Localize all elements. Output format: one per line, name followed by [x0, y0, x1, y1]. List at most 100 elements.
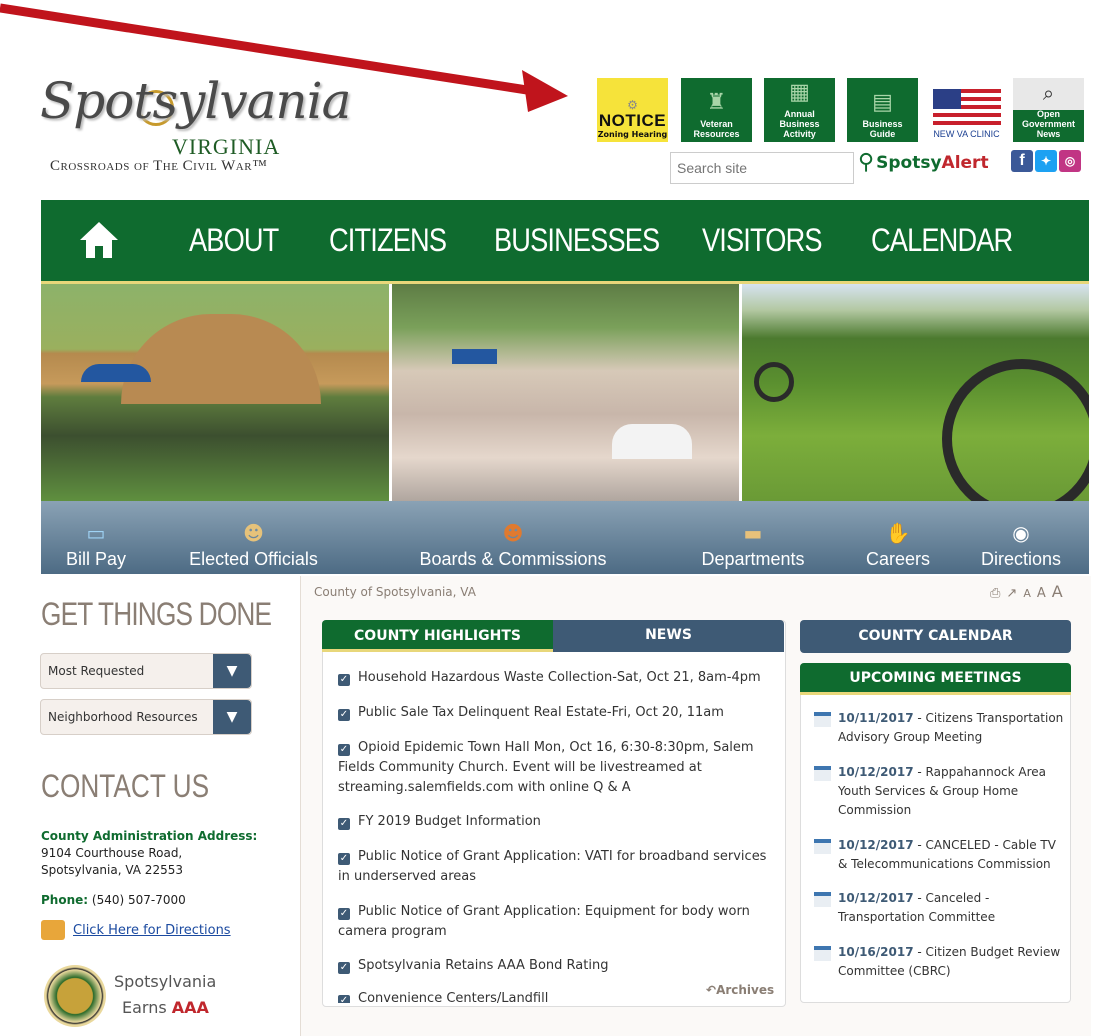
county-logo[interactable]: Spotsylvania VIRGINIA Crossroads of The … — [40, 72, 351, 187]
quick-link-notice[interactable]: ⚙ NOTICE Zoning Hearing — [597, 78, 668, 142]
search-icon: ⚲ — [858, 150, 875, 175]
hero-image-battlefield — [742, 284, 1089, 501]
print-icon[interactable]: ⎙ — [990, 586, 1000, 601]
text-size-small[interactable]: A — [1023, 587, 1031, 600]
meeting-item[interactable]: 10/12/2017 - Canceled - Transportation C… — [814, 889, 1064, 927]
notice-label: NOTICE — [598, 111, 667, 130]
address-label: County Administration Address: — [41, 829, 258, 843]
directions-link-text: Click Here for Directions — [73, 922, 231, 938]
county-calendar-button[interactable]: COUNTY CALENDAR — [800, 620, 1071, 653]
highlight-text: Public Notice of Grant Application: Equi… — [338, 904, 750, 939]
nav-visitors[interactable]: VISITORS — [702, 222, 823, 259]
icon-bar-bill-pay[interactable]: ▭ Bill Pay — [51, 501, 141, 574]
quick-link-veteran[interactable]: ♜ Veteran Resources — [681, 78, 752, 142]
highlight-text: Public Notice of Grant Application: VATI… — [338, 849, 767, 884]
most-requested-dropdown[interactable]: Most Requested ▼ — [40, 653, 252, 689]
instagram-icon[interactable]: ◎ — [1059, 150, 1081, 172]
group-icon: ☻ — [502, 521, 524, 545]
neighborhood-resources-dropdown[interactable]: Neighborhood Resources ▼ — [40, 699, 252, 735]
highlight-item[interactable]: ✓ Opioid Epidemic Town Hall Mon, Oct 16, … — [338, 738, 774, 798]
breadcrumb[interactable]: County of Spotsylvania, VA — [314, 585, 476, 599]
icon-bar-elected-officials[interactable]: ☻ Elected Officials — [181, 501, 326, 574]
share-icon[interactable]: ↗ — [1006, 586, 1017, 601]
nav-calendar[interactable]: CALENDAR — [871, 222, 1013, 259]
checkbox-icon: ✓ — [338, 962, 350, 974]
directions-link[interactable]: Click Here for Directions — [41, 920, 231, 940]
icon-bar-label: Directions — [980, 549, 1062, 569]
quick-link-label: Annual Business Activity — [779, 109, 820, 139]
folder-icon: ▬ — [743, 521, 763, 545]
briefcase-icon: ▦ — [789, 80, 810, 105]
spotsy-alert-suffix: Alert — [941, 152, 989, 173]
nav-citizens[interactable]: CITIZENS — [329, 222, 447, 259]
dropdown-label: Most Requested — [48, 664, 145, 678]
icon-bar-label: Elected Officials — [189, 549, 318, 569]
calendar-icon — [814, 892, 831, 907]
page-tools: ⎙ ↗ A A A — [990, 582, 1063, 601]
archives-label: Archives — [716, 983, 775, 997]
calendar-icon — [814, 712, 831, 727]
contact-us-heading: CONTACT US — [41, 768, 210, 804]
stage-shape — [121, 314, 321, 404]
nav-businesses[interactable]: BUSINESSES — [494, 222, 660, 259]
checkbox-icon: ✓ — [338, 995, 350, 1003]
checkbox-icon: ✓ — [338, 908, 350, 920]
address-line1: 9104 Courthouse Road, — [41, 846, 183, 860]
highlight-text: Opioid Epidemic Town Hall Mon, Oct 16, 6… — [338, 740, 754, 795]
archives-link[interactable]: ↶Archives — [706, 983, 774, 997]
facebook-icon[interactable]: f — [1011, 150, 1033, 172]
text-size-large[interactable]: A — [1052, 582, 1063, 601]
highlight-item[interactable]: ✓ FY 2019 Budget Information — [338, 812, 774, 832]
highlight-item[interactable]: ✓ Spotsylvania Retains AAA Bond Rating — [338, 956, 774, 976]
highlight-text: Convenience Centers/Landfill — [358, 991, 549, 1003]
nav-about[interactable]: ABOUT — [189, 222, 279, 259]
spotsy-alert-prefix: Spotsy — [876, 152, 942, 173]
icon-bar-departments[interactable]: ▬ Departments — [693, 501, 813, 574]
earns-text: Earns — [122, 998, 167, 1017]
chevron-down-icon[interactable]: ▼ — [213, 654, 251, 688]
meeting-item[interactable]: 10/16/2017 - Citizen Budget Review Commi… — [814, 943, 1064, 981]
search-input[interactable] — [670, 152, 854, 184]
icon-bar-label: Careers — [865, 549, 931, 569]
meeting-item[interactable]: 10/12/2017 - CANCELED - Cable TV & Telec… — [814, 836, 1064, 874]
upcoming-meetings-header: UPCOMING MEETINGS — [800, 663, 1071, 695]
meeting-item[interactable]: 10/12/2017 - Rappahannock Area Youth Ser… — [814, 763, 1064, 820]
checkbox-icon: ✓ — [338, 744, 350, 756]
aaa-line1: Spotsylvania — [114, 972, 217, 991]
home-icon[interactable] — [79, 220, 119, 260]
tab-news[interactable]: NEWS — [553, 620, 784, 652]
highlight-item[interactable]: ✓ Household Hazardous Waste Collection-Sa… — [338, 668, 774, 688]
chevron-down-icon[interactable]: ▼ — [213, 700, 251, 734]
quick-link-business-guide[interactable]: ▤ Business Guide — [847, 78, 918, 142]
tent-shape — [612, 424, 692, 459]
meeting-item[interactable]: 10/11/2017 - Citizens Transportation Adv… — [814, 709, 1064, 747]
spotsy-alert-link[interactable]: ⚲ Spotsy Alert — [858, 150, 989, 175]
highlight-text: FY 2019 Budget Information — [358, 814, 541, 829]
checkbox-icon: ✓ — [338, 853, 350, 865]
icon-bar-boards[interactable]: ☻ Boards & Commissions — [413, 501, 613, 574]
cannon-wheel-shape — [754, 362, 794, 402]
tab-county-highlights[interactable]: COUNTY HIGHLIGHTS — [322, 620, 553, 652]
quick-link-va-clinic[interactable]: NEW VA CLINIC — [931, 78, 1002, 142]
tent-shape — [81, 364, 151, 382]
highlight-item[interactable]: ✓ Public Sale Tax Delinquent Real Estate-… — [338, 703, 774, 723]
highlight-item[interactable]: ✓ Public Notice of Grant Application: Equ… — [338, 902, 774, 942]
quick-link-open-government[interactable]: ⌕ Open Government News — [1013, 78, 1084, 142]
twitter-icon[interactable]: ✦ — [1035, 150, 1057, 172]
get-things-done-heading: GET THINGS DONE — [41, 596, 272, 632]
dropdown-label: Neighborhood Resources — [48, 710, 198, 724]
main-nav: ABOUT CITIZENS BUSINESSES VISITORS CALEN… — [41, 200, 1089, 284]
checkbox-icon: ✓ — [338, 674, 350, 686]
quick-link-business-activity[interactable]: ▦ Annual Business Activity — [764, 78, 835, 142]
text-size-medium[interactable]: A — [1037, 586, 1046, 601]
checkbox-icon: ✓ — [338, 709, 350, 721]
phone-number: (540) 507-7000 — [91, 893, 186, 907]
quick-link-label: Business Guide — [862, 119, 903, 139]
highlight-item[interactable]: ✓ Public Notice of Grant Application: VAT… — [338, 847, 774, 887]
icon-bar-careers[interactable]: ✋ Careers — [853, 501, 943, 574]
magnifier-icon: ⌕ — [1042, 81, 1055, 105]
icon-bar-directions[interactable]: ◉ Directions — [973, 501, 1069, 574]
quick-link-label: Veteran Resources — [693, 119, 740, 139]
phone-label: Phone: — [41, 893, 89, 907]
notice-icon: ⚙ — [627, 98, 638, 112]
